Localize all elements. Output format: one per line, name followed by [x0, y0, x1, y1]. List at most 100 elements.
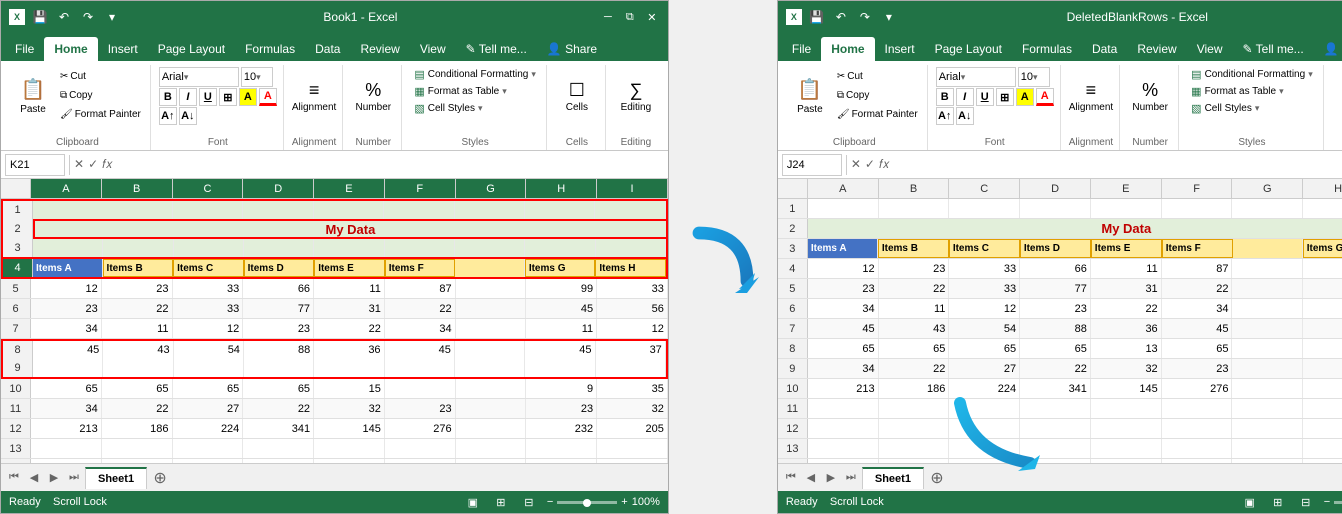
cell-6-d[interactable]: 77: [243, 299, 314, 318]
conditional-formatting-btn-right[interactable]: ▤ Conditional Formatting ▾: [1187, 67, 1317, 82]
font-color-btn[interactable]: A: [259, 88, 277, 106]
cell-r8-h[interactable]: 9: [1303, 339, 1342, 358]
cell-r12-g[interactable]: [1232, 419, 1303, 438]
cell-r9-f[interactable]: 23: [1162, 359, 1233, 378]
col-header-A[interactable]: A: [31, 179, 102, 198]
cell-styles-btn[interactable]: ▧ Cell Styles ▾: [410, 101, 540, 116]
cell-r9-h[interactable]: 23: [1303, 359, 1342, 378]
cell-r1-b[interactable]: [879, 199, 950, 218]
cell-5-h[interactable]: 99: [526, 279, 597, 298]
cell-3-e[interactable]: [314, 239, 384, 257]
cell-8-b[interactable]: 43: [103, 341, 173, 359]
sheet-nav-prev[interactable]: ◀: [25, 469, 43, 487]
cell-r4-b[interactable]: 23: [879, 259, 950, 278]
cell-5-g[interactable]: [456, 279, 527, 298]
cell-r13-a[interactable]: [808, 439, 879, 458]
cell-r12-f[interactable]: [1162, 419, 1233, 438]
page-layout-view-btn-right[interactable]: ⊞: [1268, 494, 1288, 510]
cell-13-a[interactable]: [31, 439, 102, 458]
cell-4-g[interactable]: [455, 259, 525, 277]
cell-10-a[interactable]: 65: [31, 379, 102, 398]
cell-2-mydata[interactable]: My Data: [33, 219, 666, 239]
cell-r11-a[interactable]: [808, 399, 879, 418]
cell-11-c[interactable]: 27: [173, 399, 244, 418]
increase-font-btn[interactable]: A↑: [159, 107, 177, 125]
cell-r9-d[interactable]: 22: [1020, 359, 1091, 378]
alignment-btn[interactable]: ≡ Alignment: [292, 67, 336, 127]
cell-r6-c[interactable]: 12: [949, 299, 1020, 318]
cell-6-e[interactable]: 31: [314, 299, 385, 318]
number-btn-right[interactable]: % Number: [1128, 67, 1172, 127]
tab-data-right[interactable]: Data: [1082, 37, 1127, 61]
page-break-view-btn-right[interactable]: ⊟: [1296, 494, 1316, 510]
underline-btn[interactable]: U: [199, 88, 217, 106]
cell-6-i[interactable]: 56: [597, 299, 668, 318]
cell-r10-f[interactable]: 276: [1162, 379, 1233, 398]
cell-r7-b[interactable]: 43: [879, 319, 950, 338]
cell-r5-b[interactable]: 22: [879, 279, 950, 298]
cell-9-g[interactable]: [455, 359, 525, 377]
cell-r9-e[interactable]: 32: [1091, 359, 1162, 378]
cell-7-e[interactable]: 22: [314, 319, 385, 338]
col-header-G[interactable]: G: [456, 179, 527, 198]
cell-10-b[interactable]: 65: [102, 379, 173, 398]
cell-r12-b[interactable]: [879, 419, 950, 438]
normal-view-btn[interactable]: ▣: [463, 494, 483, 510]
col-header-E[interactable]: E: [314, 179, 385, 198]
italic-btn-right[interactable]: I: [956, 88, 974, 106]
cell-r13-h[interactable]: [1303, 439, 1342, 458]
tab-home-right[interactable]: Home: [821, 37, 874, 61]
cell-r4-a[interactable]: 12: [808, 259, 879, 278]
tab-share-left[interactable]: 👤 Share: [537, 37, 607, 61]
cell-9-i[interactable]: [596, 359, 666, 377]
cell-10-i[interactable]: 35: [597, 379, 668, 398]
cell-r1-g[interactable]: [1232, 199, 1303, 218]
cell-r4-g[interactable]: [1232, 259, 1303, 278]
cell-10-g[interactable]: [456, 379, 527, 398]
cell-9-f[interactable]: [385, 359, 455, 377]
formula-fx-icon[interactable]: 𝑓𝑥: [102, 157, 112, 172]
cell-13-i[interactable]: [597, 439, 668, 458]
cell-r5-e[interactable]: 31: [1091, 279, 1162, 298]
cell-1-e[interactable]: [314, 201, 384, 219]
tab-tellme-right[interactable]: ✎ Tell me...: [1232, 37, 1313, 61]
cell-r11-h[interactable]: [1303, 399, 1342, 418]
cell-13-c[interactable]: [173, 439, 244, 458]
cell-r7-c[interactable]: 54: [949, 319, 1020, 338]
cell-10-h[interactable]: 9: [526, 379, 597, 398]
font-size-combo[interactable]: 10 ▾: [241, 67, 273, 87]
cell-8-d[interactable]: 88: [244, 341, 314, 359]
cell-r5-h[interactable]: 45: [1303, 279, 1342, 298]
close-btn-left[interactable]: ✕: [644, 10, 660, 24]
cell-8-g[interactable]: [455, 341, 525, 359]
sheet-nav-next-right[interactable]: ▶: [822, 469, 840, 487]
cell-7-d[interactable]: 23: [243, 319, 314, 338]
format-painter-btn[interactable]: 🖌Format Painter: [57, 105, 144, 123]
cell-r10-h[interactable]: 232: [1303, 379, 1342, 398]
tab-insert-right[interactable]: Insert: [875, 37, 925, 61]
cell-r12-a[interactable]: [808, 419, 879, 438]
cell-r3-e[interactable]: Items E: [1091, 239, 1162, 258]
cell-r6-g[interactable]: [1232, 299, 1303, 318]
zoom-minus-btn-right[interactable]: −: [1324, 496, 1330, 508]
cell-3-h[interactable]: [525, 239, 595, 257]
tab-view-right[interactable]: View: [1187, 37, 1233, 61]
cell-5-c[interactable]: 33: [173, 279, 244, 298]
cell-r10-e[interactable]: 145: [1091, 379, 1162, 398]
cell-r3-a[interactable]: Items A: [808, 239, 878, 258]
cell-8-f[interactable]: 45: [385, 341, 455, 359]
col-header-H[interactable]: H: [526, 179, 597, 198]
cell-12-a[interactable]: 213: [31, 419, 102, 438]
cell-3-g[interactable]: [455, 239, 525, 257]
decrease-font-btn-right[interactable]: A↓: [956, 107, 974, 125]
format-as-table-btn[interactable]: ▦ Format as Table ▾: [410, 84, 540, 99]
zoom-slider[interactable]: [557, 501, 617, 504]
cell-r8-b[interactable]: 65: [879, 339, 950, 358]
cell-7-a[interactable]: 34: [31, 319, 102, 338]
cell-11-h[interactable]: 23: [526, 399, 597, 418]
cell-r7-d[interactable]: 88: [1020, 319, 1091, 338]
formula-input-right[interactable]: [893, 154, 1342, 176]
cell-r12-h[interactable]: [1303, 419, 1342, 438]
tab-pagelayout-left[interactable]: Page Layout: [148, 37, 235, 61]
tab-formulas-right[interactable]: Formulas: [1012, 37, 1082, 61]
